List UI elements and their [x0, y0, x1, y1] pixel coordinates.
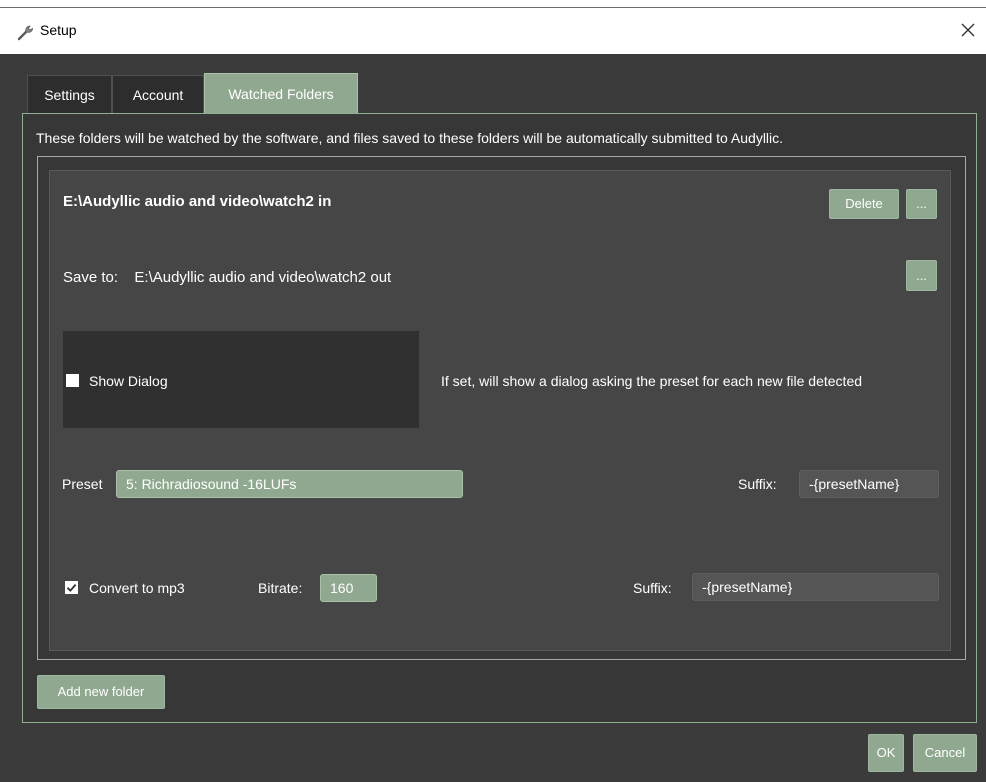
convert-mp3-label: Convert to mp3: [89, 580, 185, 596]
checkmark-icon: [66, 584, 77, 592]
show-dialog-label: Show Dialog: [89, 373, 168, 389]
watched-folder-path: E:\Audyllic audio and video\watch2 in: [63, 193, 332, 210]
cancel-button[interactable]: Cancel: [913, 734, 977, 772]
folder-options-button[interactable]: ...: [906, 189, 937, 219]
add-new-folder-button[interactable]: Add new folder: [37, 675, 165, 709]
window-top-border: [0, 0, 986, 8]
save-to-label: Save to:: [63, 269, 119, 286]
title-bar: Setup: [0, 8, 986, 54]
save-to-browse-button[interactable]: ...: [906, 260, 937, 291]
suffix-input[interactable]: -{presetName}: [799, 470, 939, 498]
show-dialog-checkbox[interactable]: [66, 374, 79, 387]
mp3-suffix-input[interactable]: -{presetName}: [692, 573, 939, 601]
delete-button[interactable]: Delete: [829, 189, 899, 219]
ok-button[interactable]: OK: [868, 734, 904, 772]
tab-settings[interactable]: Settings: [27, 75, 112, 113]
description-text: These folders will be watched by the sof…: [36, 130, 784, 146]
bitrate-input[interactable]: 160: [320, 574, 377, 602]
mp3-suffix-label: Suffix:: [633, 580, 672, 596]
tab-watched-folders[interactable]: Watched Folders: [204, 73, 358, 114]
preset-label: Preset: [62, 476, 103, 492]
save-to-path: E:\Audyllic audio and video\watch2 out: [134, 269, 392, 286]
tab-account[interactable]: Account: [112, 75, 204, 113]
window-title: Setup: [40, 22, 77, 38]
show-dialog-hint: If set, will show a dialog asking the pr…: [441, 373, 863, 389]
save-to-row: Save to: E:\Audyllic audio and video\wat…: [63, 269, 391, 286]
convert-mp3-checkbox[interactable]: [65, 581, 78, 594]
preset-select[interactable]: 5: Richradiosound -16LUFs: [116, 470, 463, 498]
bitrate-label: Bitrate:: [258, 580, 303, 596]
suffix-label: Suffix:: [738, 476, 777, 492]
close-icon[interactable]: [956, 18, 980, 42]
wrench-icon: [17, 25, 33, 41]
